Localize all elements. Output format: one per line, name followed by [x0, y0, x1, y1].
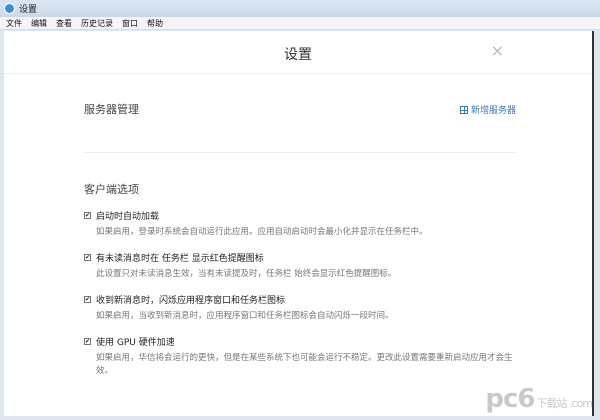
- client-section-title: 客户端选项: [84, 183, 139, 196]
- option-desc: 如果启用，当收到新消息时，应用程序窗口和任务栏图标会自动闪烁一段时间。: [96, 311, 394, 321]
- menu-file[interactable]: 文件: [6, 18, 22, 29]
- option-gpu: ✔ 使用 GPU 硬件加速 如果启用，华信将会运行的更快，但是在某些系统下也可能会…: [84, 335, 524, 378]
- server-section-title: 服务器管理: [84, 103, 139, 116]
- option-desc: 如果启用，华信将会运行的更快，但是在某些系统下也可能会运行不稳定。更改此设置需要…: [96, 353, 513, 376]
- option-label: 启动时自动加载: [96, 212, 160, 222]
- gpu-checkbox[interactable]: ✔: [84, 338, 91, 345]
- unread-badge-checkbox[interactable]: ✔: [84, 254, 91, 261]
- menu-help[interactable]: 帮助: [147, 18, 163, 29]
- option-desc: 如果启用，登录时系统会自动运行此应用。应用自动启动时会最小化并显示在任务栏中。: [96, 227, 428, 237]
- window-title: 设置: [19, 5, 38, 15]
- menu-history[interactable]: 历史记录: [81, 18, 113, 29]
- add-server-button[interactable]: 新增服务器: [459, 103, 516, 116]
- title-bar: 设置: [0, 0, 600, 17]
- app-icon: [4, 3, 15, 14]
- settings-panel: 设置 × 服务器管理 新增服务器 客户端选项 ✔ 启动时自动加载 如果启用，登录时…: [4, 31, 594, 416]
- close-icon[interactable]: ×: [491, 41, 504, 60]
- menu-bar: 文件 编辑 查看 历史记录 窗口 帮助: [0, 17, 600, 30]
- server-section: 服务器管理 新增服务器: [84, 101, 516, 153]
- option-label: 有未读消息时在 任务栏 显示红色提醒图标: [96, 254, 264, 264]
- flash-window-checkbox[interactable]: ✔: [84, 296, 91, 303]
- client-section: 客户端选项 ✔ 启动时自动加载 如果启用，登录时系统会自动运行此应用。应用自动启动…: [84, 181, 524, 378]
- option-unread-badge: ✔ 有未读消息时在 任务栏 显示红色提醒图标 此设置只对未读消息生效，当有未读提及…: [84, 251, 524, 281]
- option-label: 使用 GPU 硬件加速: [96, 338, 175, 348]
- option-auto-start: ✔ 启动时自动加载 如果启用，登录时系统会自动运行此应用。应用自动启动时会最小化并…: [84, 209, 524, 239]
- auto-start-checkbox[interactable]: ✔: [84, 212, 91, 219]
- menu-view[interactable]: 查看: [56, 18, 72, 29]
- watermark-logo: pc6 下载站 .com: [485, 384, 593, 414]
- option-desc: 此设置只对未读消息生效，当有未读提及时，任务栏 始终会显示红色提醒图标。: [96, 269, 397, 279]
- add-box-icon: [459, 105, 468, 114]
- option-label: 收到新消息时，闪烁应用程序窗口和任务栏图标: [96, 296, 286, 306]
- add-server-label: 新增服务器: [470, 106, 516, 116]
- menu-edit[interactable]: 编辑: [31, 18, 47, 29]
- option-flash-window: ✔ 收到新消息时，闪烁应用程序窗口和任务栏图标 如果启用，当收到新消息时，应用程序…: [84, 293, 524, 323]
- settings-header: 设置 ×: [4, 31, 592, 74]
- menu-window[interactable]: 窗口: [122, 18, 138, 29]
